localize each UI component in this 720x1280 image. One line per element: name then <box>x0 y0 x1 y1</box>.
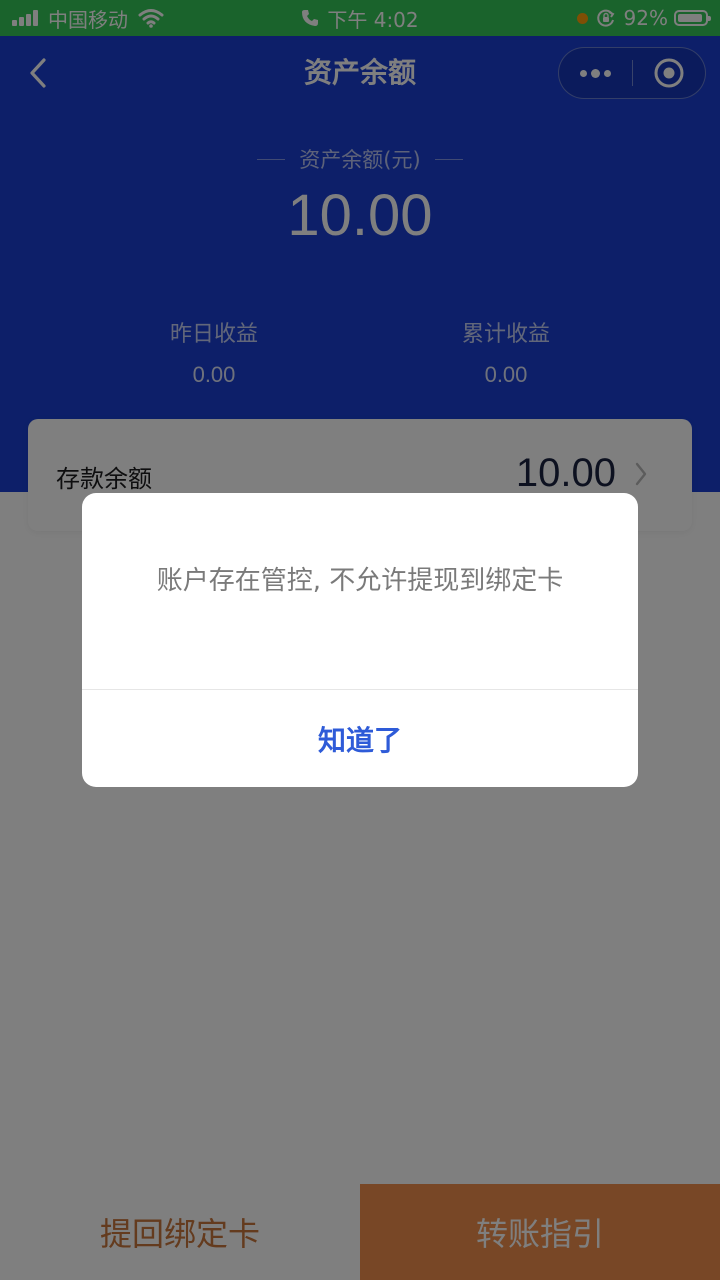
dialog-message: 账户存在管控, 不允许提现到绑定卡 <box>156 566 564 596</box>
alert-dialog: 账户存在管控, 不允许提现到绑定卡 知道了 <box>82 493 638 787</box>
dialog-confirm-button[interactable]: 知道了 <box>82 690 638 787</box>
